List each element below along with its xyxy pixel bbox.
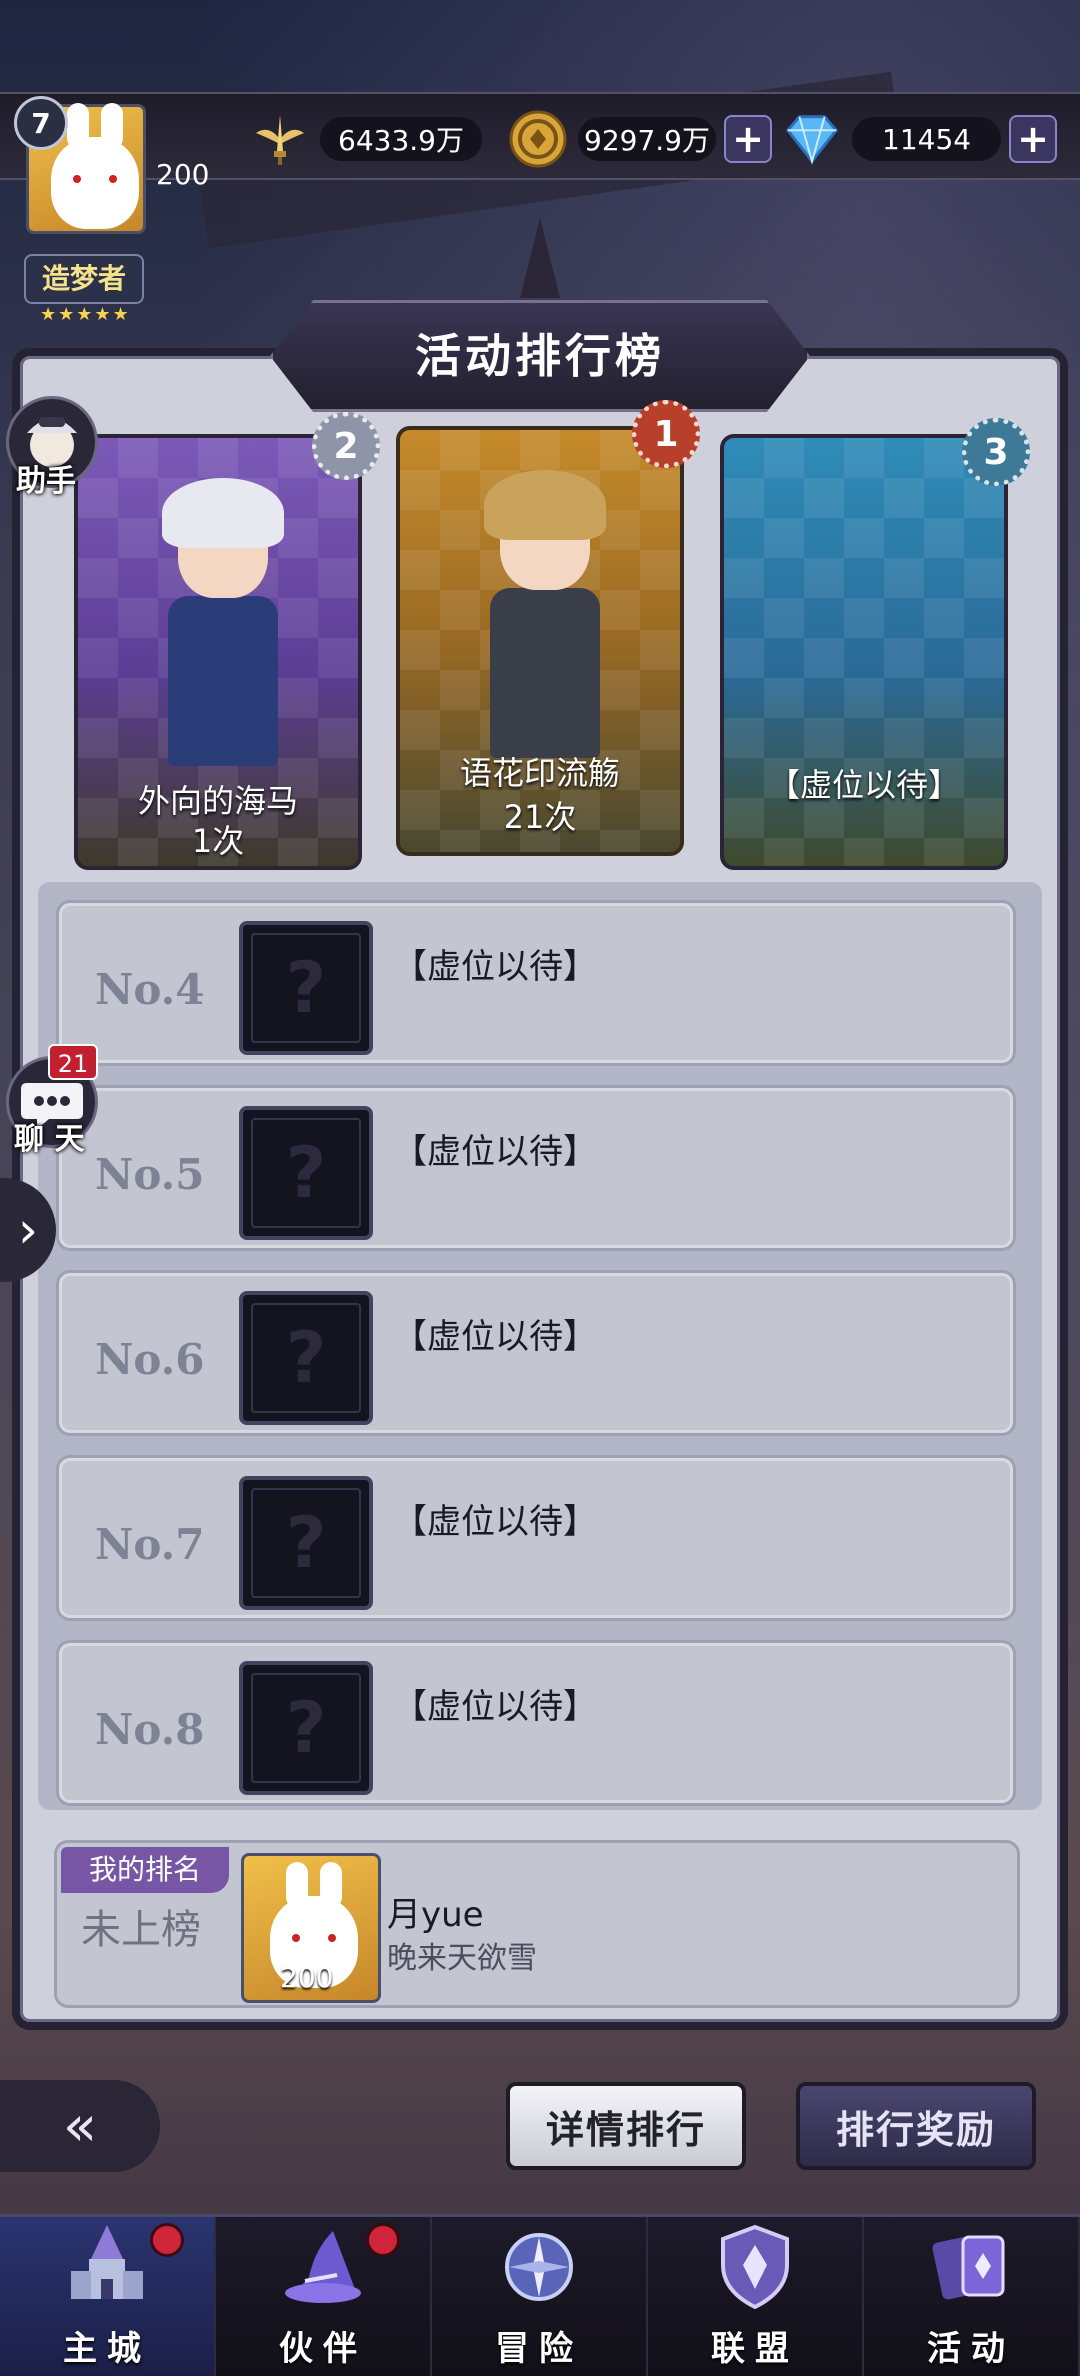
player-name: 【虚位以待】 [393,1687,597,1727]
nav-label: 主城 [63,2329,151,2369]
my-rank-tag: 我的排名 [61,1847,229,1893]
gold-coin-icon [508,109,568,169]
player-level-badge: 7 [14,96,68,150]
nav-main-city[interactable]: 主城 [0,2217,216,2376]
bunny-portrait [51,103,139,229]
rank-number: No.7 [95,1520,205,1569]
rank-number: No.8 [95,1705,205,1754]
podium-card-rank-3[interactable]: 【虚位以待】 [720,434,1008,870]
chevron-right-icon: › [18,1201,38,1259]
sword-wings-icon [250,109,310,169]
compass-icon [489,2217,589,2317]
player-name: 【虚位以待】 [393,1317,597,1357]
nav-alliance[interactable]: 联盟 [648,2217,864,2376]
list-item[interactable]: No.8 ? 【虚位以待】 [56,1640,1016,1806]
add-gold-button[interactable]: + [723,115,772,163]
nav-activities[interactable]: 活动 [864,2217,1080,2376]
gem-resource: 11454 + [782,109,1058,169]
shield-icon [705,2217,805,2317]
rank-number: No.5 [95,1150,205,1199]
my-guild: 晚来天欲雪 [387,1941,537,1976]
castle-icon [57,2217,157,2317]
chat-unread-badge: 21 [48,1044,98,1080]
nav-label: 伙伴 [279,2329,367,2369]
ranking-reward-button[interactable]: 排行奖励 [796,2082,1036,2170]
gold-resource: 9297.9万 + [508,109,772,169]
player-name: 【虚位以待】 [393,1502,597,1542]
player-name: 【虚位以待】 [393,947,597,987]
podium-count: 1次 [191,822,245,860]
nav-label: 联盟 [711,2329,799,2369]
my-name: 月yue [387,1895,484,1935]
player-avatar-number: 200 [156,158,210,191]
placeholder-avatar-icon: ? [239,1106,373,1240]
notification-dot [150,2223,184,2257]
rank-number: No.6 [95,1335,205,1384]
nav-label: 活动 [927,2329,1015,2369]
detail-ranking-button[interactable]: 详情排行 [506,2082,746,2170]
power-value: 6433.9万 [320,117,482,161]
player-title-badge[interactable]: 造梦者 [24,254,144,304]
list-item[interactable]: No.5 ? 【虚位以待】 [56,1085,1016,1251]
list-item[interactable]: No.6 ? 【虚位以待】 [56,1270,1016,1436]
podium-card-rank-2[interactable]: 外向的海马 1次 [74,434,362,870]
cards-icon [921,2217,1021,2317]
my-avatar: 200 [241,1853,381,2003]
nav-partners[interactable]: 伙伴 [216,2217,432,2376]
back-arrow-icon: « [62,2093,98,2159]
nav-adventure[interactable]: 冒险 [432,2217,648,2376]
hero-portrait [460,470,630,770]
silver-medal-icon: 2 [312,412,380,480]
gem-value: 11454 [852,117,1002,161]
list-item[interactable]: No.4 ? 【虚位以待】 [56,900,1016,1066]
podium-card-rank-1[interactable]: 语花印流觞 21次 [396,426,684,856]
hero-portrait [138,478,308,778]
gold-medal-icon: 1 [632,400,700,468]
witch-hat-icon [273,2217,373,2317]
placeholder-avatar-icon: ? [239,1476,373,1610]
notification-dot [366,2223,400,2257]
bottom-nav: 主城 伙伴 冒险 联盟 活动 [0,2214,1080,2376]
my-rank-card: 我的排名 未上榜 200 月yue 晚来天欲雪 [54,1840,1020,2008]
add-gem-button[interactable]: + [1009,115,1058,163]
my-avatar-number: 200 [280,1961,334,1994]
player-name: 【虚位以待】 [393,1132,597,1172]
rank-number: No.4 [95,965,205,1014]
chat-label: 聊 天 [14,1122,85,1157]
podium-name: 语花印流觞 [459,754,620,792]
panel-title: 活动排行榜 [415,329,665,383]
back-button[interactable]: « [0,2080,160,2172]
player-avatar[interactable]: 7 200 [14,96,209,236]
gold-value: 9297.9万 [578,117,716,161]
assistant-label: 助手 [16,464,76,499]
player-title-stars: ★★★★★ [40,304,131,325]
diamond-icon [782,109,842,169]
my-rank-status: 未上榜 [81,1907,201,1953]
power-resource: 6433.9万 [250,112,482,166]
list-item[interactable]: No.7 ? 【虚位以待】 [56,1455,1016,1621]
nav-label: 冒险 [495,2329,583,2369]
podium-count: 21次 [503,798,577,836]
placeholder-avatar-icon: ? [239,1291,373,1425]
bronze-medal-icon: 3 [962,418,1030,486]
podium-name: 【虚位以待】 [767,766,960,804]
placeholder-avatar-icon: ? [239,921,373,1055]
placeholder-avatar-icon: ? [239,1661,373,1795]
ranking-list[interactable]: No.4 ? 【虚位以待】 No.5 ? 【虚位以待】 No.6 ? 【虚位以待… [38,882,1042,1810]
